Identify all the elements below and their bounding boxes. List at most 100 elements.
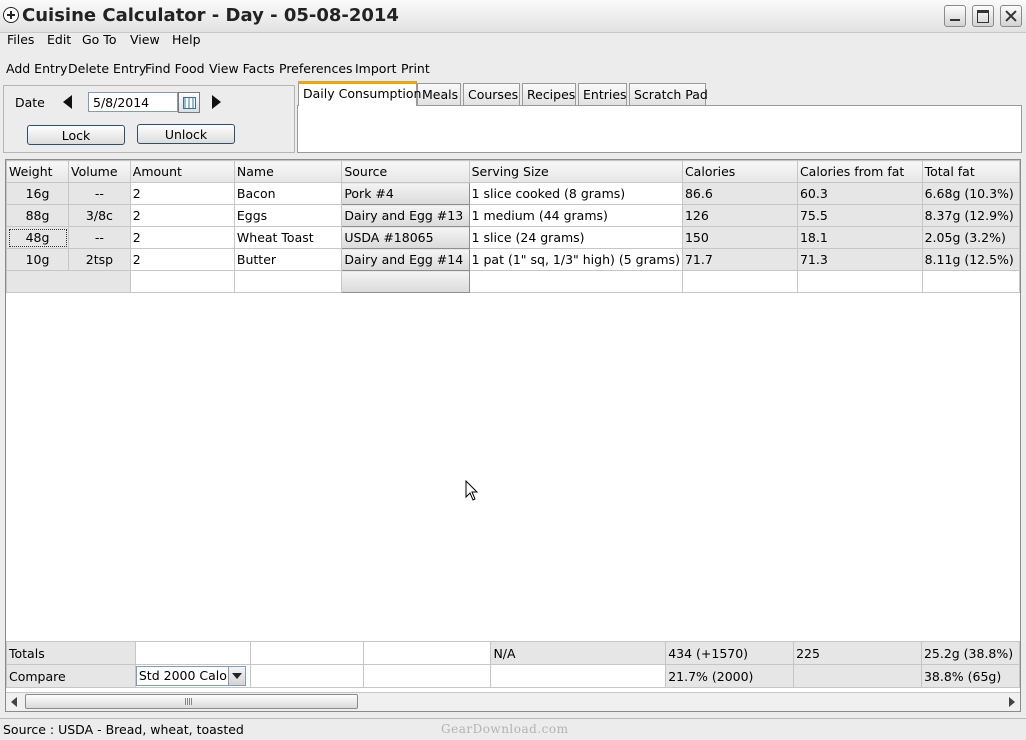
preferences-button[interactable]: Preferences	[279, 61, 353, 77]
totals-name-cell	[249, 641, 364, 665]
tab-recipes[interactable]: Recipes	[522, 83, 576, 105]
cell-weight[interactable]: 10g	[6, 248, 70, 271]
lock-button[interactable]: Lock	[27, 125, 125, 145]
totals-row: Totals N/A 434 (+1570) 225 25.2g (38.8%)	[6, 641, 1020, 665]
tab-entries[interactable]: Entries	[578, 83, 627, 105]
table-row[interactable]: 88g 3/8c 2 Eggs Dairy and Egg #13 1 medi…	[6, 204, 1020, 227]
new-entry-weight-volume-cell[interactable]	[6, 270, 131, 293]
close-button[interactable]	[1000, 5, 1022, 27]
cell-calories-from-fat: 75.5	[796, 204, 923, 227]
previous-day-icon[interactable]	[54, 90, 82, 114]
cell-name[interactable]: Eggs	[233, 204, 343, 227]
cell-name[interactable]: Bacon	[233, 182, 343, 205]
cell-serving-size[interactable]: 1 pat (1" sq, 1/3" high) (5 grams)	[468, 248, 683, 271]
cell-amount[interactable]: 2	[129, 226, 235, 249]
new-entry-serving-cell[interactable]	[468, 270, 683, 293]
totals-source-cell	[362, 641, 492, 665]
date-input[interactable]	[88, 92, 178, 112]
col-header-weight[interactable]: Weight	[6, 160, 70, 183]
cell-calories: 71.7	[681, 248, 798, 271]
scrollbar-thumb[interactable]	[25, 694, 358, 709]
menu-go-to[interactable]: Go To	[82, 32, 116, 48]
totals-calories-from-fat: 225	[793, 641, 922, 665]
horizontal-scrollbar[interactable]	[6, 692, 1020, 711]
cell-source-button[interactable]: USDA #18065	[341, 226, 470, 249]
next-day-icon[interactable]	[202, 90, 230, 114]
maximize-button[interactable]	[972, 5, 994, 27]
minimize-button[interactable]	[944, 5, 966, 27]
compare-name-cell	[249, 664, 364, 688]
delete-entry-button[interactable]: Delete Entry	[68, 61, 146, 77]
new-entry-total-fat-cell	[921, 270, 1020, 293]
find-food-button[interactable]: Find Food	[145, 61, 205, 77]
col-header-source[interactable]: Source	[341, 160, 470, 183]
calendar-icon[interactable]	[178, 92, 200, 113]
menu-bar: Files Edit Go To View Help	[0, 32, 1026, 52]
new-entry-calories-fat-cell	[796, 270, 923, 293]
add-entry-button[interactable]: Add Entry	[6, 61, 67, 77]
compare-select[interactable]: Std 2000 Calories	[136, 666, 246, 686]
cell-name[interactable]: Butter	[233, 248, 343, 271]
cell-volume[interactable]: --	[68, 226, 131, 249]
cell-total-fat: 6.68g (10.3%)	[921, 182, 1020, 205]
chevron-down-icon[interactable]	[227, 667, 245, 685]
cell-volume[interactable]: 2tsp	[68, 248, 131, 271]
app-icon[interactable]	[3, 7, 19, 23]
totals-label: Totals	[6, 641, 136, 665]
col-header-total-fat[interactable]: Total fat	[921, 160, 1020, 183]
table-row[interactable]: 16g -- 2 Bacon Pork #4 1 slice cooked (8…	[6, 182, 1020, 205]
new-entry-source-button[interactable]	[341, 270, 470, 293]
cell-weight[interactable]: 88g	[6, 204, 70, 227]
cell-serving-size[interactable]: 1 slice (24 grams)	[468, 226, 683, 249]
print-button[interactable]: Print	[401, 61, 430, 77]
cell-weight[interactable]: 48g	[6, 226, 70, 249]
cell-amount[interactable]: 2	[129, 204, 235, 227]
status-text: Source : USDA - Bread, wheat, toasted	[3, 722, 244, 737]
cell-volume[interactable]: 3/8c	[68, 204, 131, 227]
menu-files[interactable]: Files	[7, 32, 34, 48]
cell-calories: 86.6	[681, 182, 798, 205]
compare-source-cell	[362, 664, 492, 688]
cell-amount[interactable]: 2	[129, 248, 235, 271]
cell-source-button[interactable]: Pork #4	[341, 182, 470, 205]
tab-meals[interactable]: Meals	[417, 83, 461, 105]
new-entry-calories-cell	[681, 270, 798, 293]
cell-source-button[interactable]: Dairy and Egg #14	[341, 248, 470, 271]
new-entry-name-cell[interactable]	[233, 270, 343, 293]
menu-view[interactable]: View	[130, 32, 160, 48]
table-row[interactable]: 10g 2tsp 2 Butter Dairy and Egg #14 1 pa…	[6, 248, 1020, 271]
cell-serving-size[interactable]: 1 slice cooked (8 grams)	[468, 182, 683, 205]
col-header-serving-size[interactable]: Serving Size	[468, 160, 683, 183]
totals-total-fat: 25.2g (38.8%)	[920, 641, 1020, 665]
cell-weight[interactable]: 16g	[6, 182, 70, 205]
tab-courses[interactable]: Courses	[463, 83, 520, 105]
col-header-volume[interactable]: Volume	[68, 160, 131, 183]
scroll-left-icon[interactable]	[7, 694, 23, 710]
new-entry-amount-cell[interactable]	[129, 270, 235, 293]
cell-volume[interactable]: --	[68, 182, 131, 205]
col-header-calories[interactable]: Calories	[681, 160, 798, 183]
cell-source-button[interactable]: Dairy and Egg #13	[341, 204, 470, 227]
menu-help[interactable]: Help	[172, 32, 201, 48]
scroll-right-icon[interactable]	[1003, 694, 1019, 710]
table-row[interactable]: 48g -- 2 Wheat Toast USDA #18065 1 slice…	[6, 226, 1020, 249]
col-header-calories-from-fat[interactable]: Calories from fat	[796, 160, 923, 183]
date-label: Date	[15, 95, 45, 110]
cell-serving-size[interactable]: 1 medium (44 grams)	[468, 204, 683, 227]
tab-daily-consumption[interactable]: Daily Consumption	[298, 81, 421, 106]
compare-select-cell: Std 2000 Calories	[134, 664, 251, 688]
cell-calories: 126	[681, 204, 798, 227]
unlock-button[interactable]: Unlock	[137, 124, 235, 144]
col-header-name[interactable]: Name	[233, 160, 343, 183]
window-title: Cuisine Calculator - Day - 05-08-2014	[22, 5, 399, 26]
date-panel: Date Lock Unlock	[3, 85, 295, 153]
compare-serving-cell	[490, 664, 667, 688]
view-facts-button[interactable]: View Facts	[209, 61, 275, 77]
import-button[interactable]: Import	[355, 61, 397, 77]
new-entry-row[interactable]	[6, 270, 1020, 293]
tab-scratch-pad[interactable]: Scratch Pad	[629, 83, 708, 105]
menu-edit[interactable]: Edit	[47, 32, 71, 48]
col-header-amount[interactable]: Amount	[129, 160, 235, 183]
cell-amount[interactable]: 2	[129, 182, 235, 205]
cell-name[interactable]: Wheat Toast	[233, 226, 343, 249]
